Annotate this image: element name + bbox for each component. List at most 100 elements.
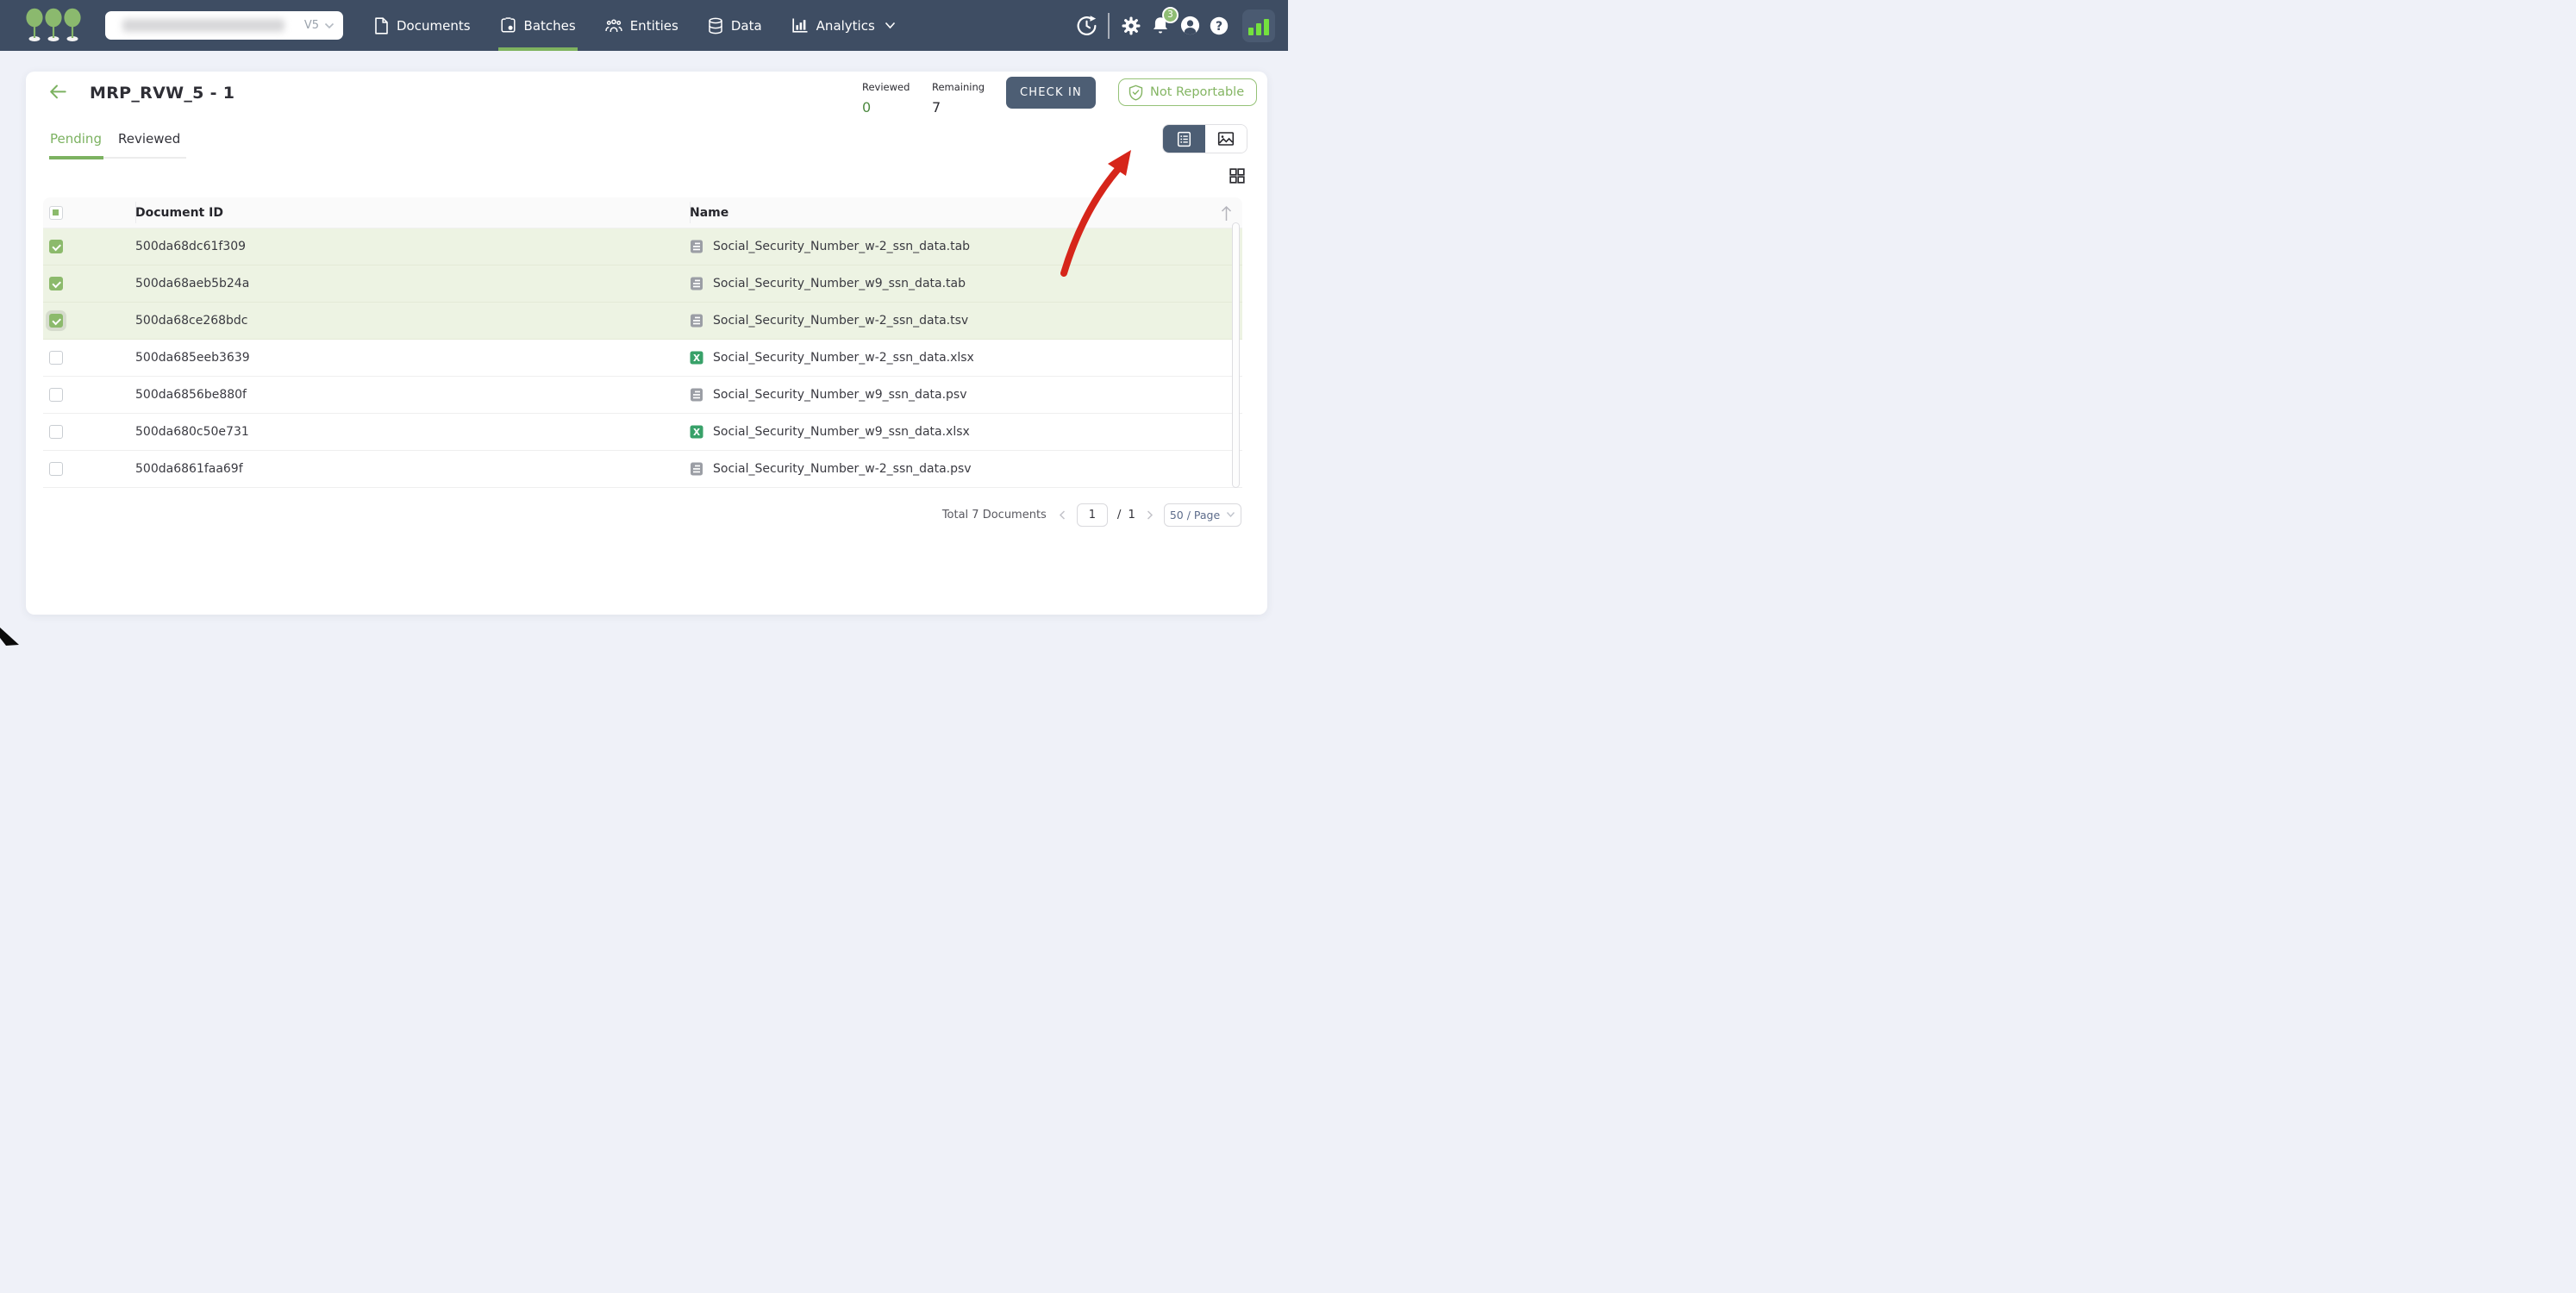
document-name-cell: Social_Security_Number_w9_ssn_data.psv [713,388,967,402]
row-checkbox[interactable] [49,240,63,253]
text-file-icon [690,388,703,402]
analytics-icon [791,17,809,34]
nav-item-data[interactable]: Data [706,0,764,51]
not-reportable-button[interactable]: Not Reportable [1118,78,1257,106]
excel-file-icon: X [690,351,703,365]
page-count: 1 [1128,508,1135,522]
notification-bell-icon[interactable]: 3 [1146,15,1175,37]
shield-check-icon [1129,84,1143,101]
document-id-cell: 500da68ce268bdc [135,314,690,328]
document-name-cell: Social_Security_Number_w9_ssn_data.tab [713,277,966,290]
nav-item-documents[interactable]: Documents [372,0,472,51]
document-name-cell: Social_Security_Number_w-2_ssn_data.psv [713,462,972,476]
document-name-cell: Social_Security_Number_w-2_ssn_data.tab [713,240,970,253]
table-body: 500da68dc61f309 Social_Security_Number_w… [43,228,1242,488]
user-avatar-icon[interactable] [1175,14,1204,37]
row-checkbox[interactable] [49,351,63,365]
row-checkbox[interactable] [49,314,63,328]
excel-file-icon: X [690,425,703,439]
nav-item-batches[interactable]: Batches [498,0,578,51]
app-launcher-icon[interactable] [1242,9,1275,42]
column-divider [135,202,136,223]
data-icon [708,17,723,34]
row-checkbox[interactable] [49,388,63,402]
three-trees-logo-icon[interactable] [24,7,83,47]
svg-text:X: X [693,353,700,364]
row-checkbox[interactable] [49,425,63,439]
column-header-name[interactable]: Name [690,206,1242,220]
chevron-down-icon [324,22,335,29]
image-view-button[interactable] [1205,125,1247,153]
history-icon[interactable] [1072,14,1101,37]
column-header-document-id[interactable]: Document ID [135,206,690,220]
sort-ascending-icon[interactable] [1219,203,1234,227]
document-id-cell: 500da6861faa69f [135,462,690,476]
tab-pending[interactable]: Pending [50,131,102,147]
settings-gear-icon[interactable] [1116,15,1146,37]
entities-icon [605,18,622,33]
table-header-row: Document ID Name [43,197,1242,228]
top-navigation-bar: V5 Documents Batches Entities Data [0,0,1288,51]
chevron-left-icon[interactable] [1058,509,1067,521]
cursor-pointer [0,0,26,646]
page-size-select[interactable]: 50 / Page [1164,503,1241,527]
table-row[interactable]: 500da6861faa69f Social_Security_Number_w… [43,451,1242,488]
stat-remaining: Remaining 7 [932,81,985,116]
chevron-down-icon [885,22,896,29]
list-view-button[interactable] [1163,125,1205,153]
not-reportable-label: Not Reportable [1150,85,1244,99]
page-separator: / [1117,508,1122,522]
check-in-button[interactable]: CHECK IN [1006,77,1096,109]
text-file-icon [690,240,703,253]
table-row[interactable]: 500da685eeb3639 X Social_Security_Number… [43,340,1242,377]
topbar-actions: 3 ? [1072,0,1288,51]
document-name-cell: Social_Security_Number_w-2_ssn_data.tsv [713,314,968,328]
select-all-checkbox[interactable] [49,206,63,220]
page-title: MRP_RVW_5 - 1 [90,84,234,103]
back-arrow-icon[interactable] [49,84,66,103]
page-size-value: 50 / Page [1170,509,1220,522]
batches-icon [500,17,516,34]
table-scrollbar[interactable] [1232,222,1240,488]
tab-reviewed[interactable]: Reviewed [118,131,180,147]
row-checkbox[interactable] [49,277,63,290]
tab-active-indicator [49,156,103,159]
stat-reviewed-label: Reviewed [862,81,910,93]
document-id-cell: 500da68dc61f309 [135,240,690,253]
stat-reviewed-value: 0 [862,99,910,116]
row-checkbox[interactable] [49,462,63,476]
main-nav: Documents Batches Entities Data Analytic… [372,0,897,51]
help-icon[interactable]: ? [1204,15,1234,37]
chevron-right-icon[interactable] [1145,509,1154,521]
text-file-icon [690,462,703,476]
document-name-cell: Social_Security_Number_w-2_ssn_data.xlsx [713,351,974,365]
table-row[interactable]: 500da680c50e731 X Social_Security_Number… [43,414,1242,451]
document-id-cell: 500da680c50e731 [135,425,690,439]
pagination: Total 7 Documents / 1 50 / Page [942,503,1241,527]
nav-item-analytics[interactable]: Analytics [790,0,897,51]
chevron-down-icon [1226,511,1235,518]
document-id-cell: 500da685eeb3639 [135,351,690,365]
document-id-cell: 500da68aeb5b24a [135,277,690,290]
document-id-cell: 500da6856be880f [135,388,690,402]
table-row[interactable]: 500da68aeb5b24a Social_Security_Number_w… [43,265,1242,303]
nav-item-entities[interactable]: Entities [603,0,680,51]
table-row[interactable]: 500da68ce268bdc Social_Security_Number_w… [43,303,1242,340]
view-toggle [1162,124,1247,153]
stat-remaining-value: 7 [932,99,985,116]
document-icon [374,17,389,34]
table-row[interactable]: 500da6856be880f Social_Security_Number_w… [43,377,1242,414]
stat-reviewed: Reviewed 0 [862,81,910,116]
column-grid-icon[interactable] [1229,168,1245,187]
table-row[interactable]: 500da68dc61f309 Social_Security_Number_w… [43,228,1242,265]
workspace-version-label: V5 [304,19,319,32]
text-file-icon [690,314,703,328]
total-documents-label: Total 7 Documents [942,509,1047,522]
page-number-input[interactable] [1077,503,1108,527]
workspace-selector[interactable]: V5 [105,11,343,40]
topbar-divider [1108,13,1110,39]
svg-text:X: X [693,428,700,438]
stat-remaining-label: Remaining [932,81,985,93]
documents-table: Document ID Name 500da68dc61f309 Social_… [43,197,1242,488]
redacted-workspace-name [122,19,284,32]
